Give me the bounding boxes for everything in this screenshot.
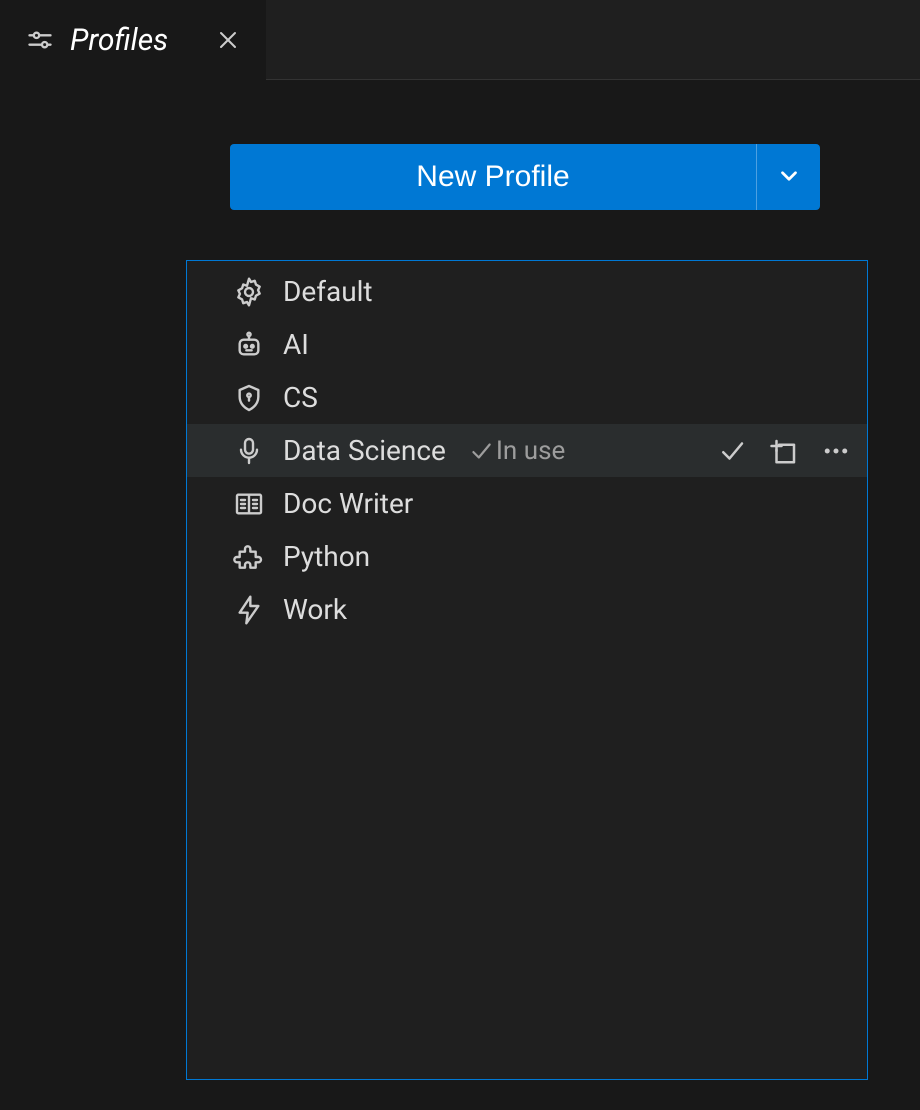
- profile-label: AI: [283, 328, 309, 361]
- profiles-panel: New Profile Default: [0, 80, 920, 1080]
- profile-label: Doc Writer: [283, 487, 413, 520]
- profile-row-actions: [717, 436, 851, 466]
- check-icon[interactable]: [717, 436, 747, 466]
- bolt-icon: [233, 594, 265, 626]
- robot-icon: [233, 329, 265, 361]
- profile-row-work[interactable]: Work: [187, 583, 867, 636]
- chevron-down-icon: [776, 163, 802, 192]
- shield-icon: [233, 382, 265, 414]
- puzzle-icon: [233, 541, 265, 573]
- profile-list: Default AI: [186, 260, 868, 1080]
- profile-row-data-science[interactable]: Data Science In use: [187, 424, 867, 477]
- tab-profiles[interactable]: Profiles: [0, 0, 266, 80]
- new-window-icon[interactable]: [769, 436, 799, 466]
- book-icon: [233, 488, 265, 520]
- profile-label: Default: [283, 275, 373, 308]
- close-icon[interactable]: [216, 28, 240, 52]
- profile-row-ai[interactable]: AI: [187, 318, 867, 371]
- new-profile-label: New Profile: [416, 160, 569, 194]
- mic-icon: [233, 435, 265, 467]
- profile-row-doc-writer[interactable]: Doc Writer: [187, 477, 867, 530]
- gear-icon: [233, 276, 265, 308]
- tab-title: Profiles: [70, 23, 168, 58]
- tab-bar: Profiles: [0, 0, 920, 80]
- profile-label: Data Science: [283, 434, 446, 467]
- in-use-label: In use: [496, 436, 565, 466]
- new-profile-split-button: New Profile: [230, 144, 820, 210]
- profile-row-default[interactable]: Default: [187, 265, 867, 318]
- profile-label: Python: [283, 540, 370, 573]
- profile-row-cs[interactable]: CS: [187, 371, 867, 424]
- in-use-badge: In use: [468, 436, 565, 466]
- profile-label: Work: [283, 593, 347, 626]
- new-profile-button[interactable]: New Profile: [230, 144, 756, 210]
- profile-row-python[interactable]: Python: [187, 530, 867, 583]
- profile-label: CS: [283, 381, 318, 414]
- settings-slider-icon: [26, 26, 54, 54]
- more-icon[interactable]: [821, 436, 851, 466]
- tab-bar-empty: [266, 0, 920, 80]
- new-profile-dropdown-button[interactable]: [756, 144, 820, 210]
